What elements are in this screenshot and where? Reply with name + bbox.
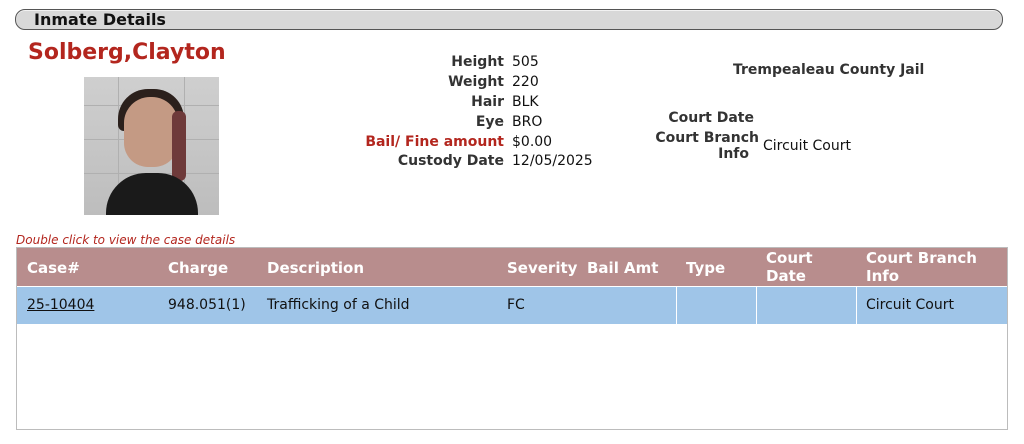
custody-date-value: 12/05/2025: [512, 153, 593, 169]
eye-label: Eye: [475, 114, 504, 130]
col-court-branch-line2: Info: [866, 267, 900, 285]
col-court-branch[interactable]: Court Branch Info: [866, 249, 977, 285]
jail-name: Trempealeau County Jail: [733, 62, 925, 78]
col-court-branch-line1: Court Branch: [866, 249, 977, 267]
col-description[interactable]: Description: [267, 259, 364, 277]
description-cell: Trafficking of a Child: [267, 297, 410, 313]
court-branch-label-line2: Info: [718, 146, 749, 162]
severity-cell: FC: [507, 297, 525, 313]
col-type[interactable]: Type: [686, 259, 725, 277]
col-court-date-line2: Date: [766, 267, 806, 285]
col-court-date-line1: Court: [766, 249, 813, 267]
hair-value: BLK: [512, 94, 539, 110]
section-title: Inmate Details: [34, 10, 166, 29]
court-branch-value: Circuit Court: [763, 138, 851, 154]
eye-value: BRO: [512, 114, 543, 130]
col-charge[interactable]: Charge: [168, 259, 228, 277]
col-bail-amt[interactable]: Bail Amt: [587, 259, 658, 277]
court-branch-label: Court Branch Info: [655, 130, 759, 162]
case-number-link[interactable]: 25-10404: [27, 297, 94, 313]
court-branch-label-line1: Court Branch: [655, 130, 759, 146]
col-severity[interactable]: Severity: [507, 259, 577, 277]
inmate-photo: [84, 77, 219, 215]
weight-label: Weight: [448, 74, 504, 90]
bail-amount-label: Bail/ Fine amount: [365, 134, 504, 150]
hair-label: Hair: [471, 94, 504, 110]
weight-value: 220: [512, 74, 539, 90]
case-table: Case# Charge Description Severity Bail A…: [16, 247, 1008, 430]
court-branch-cell: Circuit Court: [866, 297, 954, 313]
height-value: 505: [512, 54, 539, 70]
table-row[interactable]: 25-10404 948.051(1) Trafficking of a Chi…: [17, 287, 1007, 324]
height-label: Height: [451, 54, 504, 70]
custody-date-label: Custody Date: [397, 153, 504, 169]
charge-cell: 948.051(1): [168, 297, 246, 313]
table-header: Case# Charge Description Severity Bail A…: [17, 248, 1007, 286]
col-case[interactable]: Case#: [27, 259, 80, 277]
col-court-date[interactable]: Court Date: [766, 249, 813, 285]
court-date-label: Court Date: [668, 110, 754, 126]
bail-amount-value: $0.00: [512, 134, 553, 150]
inmate-name: Solberg,Clayton: [28, 40, 226, 65]
section-header-bar: Inmate Details: [15, 9, 1003, 30]
table-hint: Double click to view the case details: [16, 233, 236, 247]
